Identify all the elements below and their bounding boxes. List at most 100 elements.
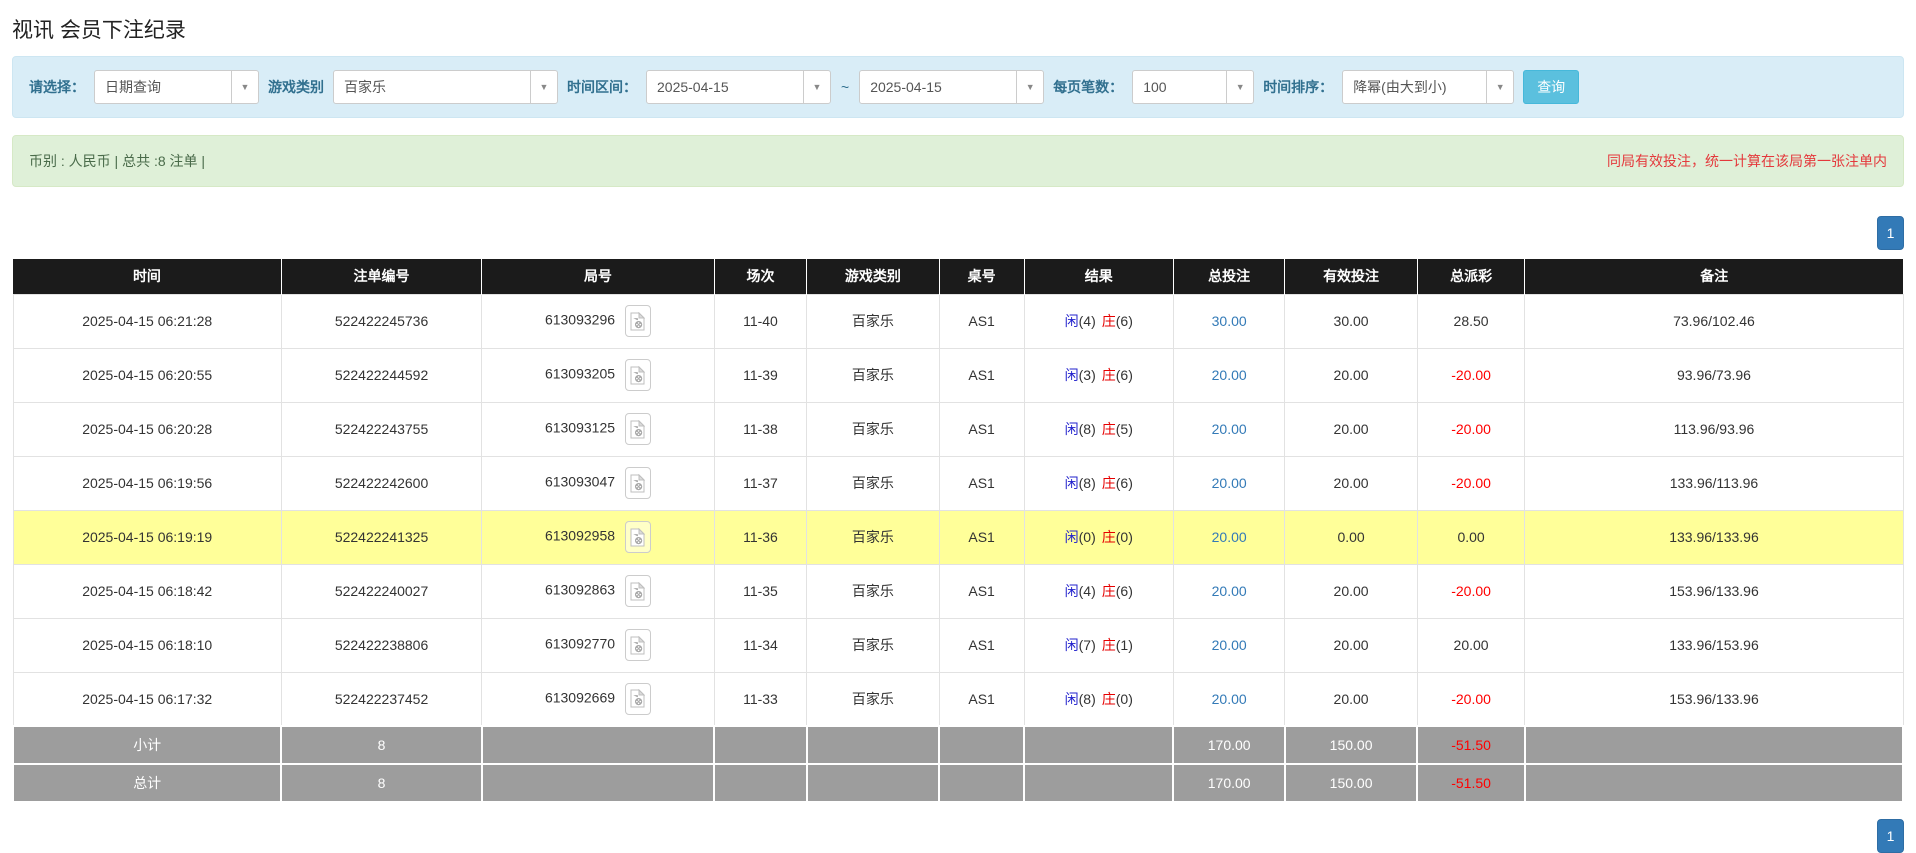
search-button[interactable]: 查询 xyxy=(1523,70,1579,104)
table-row: 2025-04-15 06:18:10 522422238806 6130927… xyxy=(13,618,1903,672)
cell-valid-bet: 20.00 xyxy=(1285,618,1417,672)
result-player-label: 闲 xyxy=(1065,691,1079,707)
video-replay-button[interactable] xyxy=(625,305,651,337)
chevron-down-icon: ▼ xyxy=(1486,71,1513,103)
cell-round-id: 613093125 xyxy=(482,402,714,456)
cell-time: 2025-04-15 06:17:32 xyxy=(13,672,281,726)
total-bet-link[interactable]: 20.00 xyxy=(1212,583,1247,599)
round-id: 613092770 xyxy=(545,636,615,652)
table-row: 2025-04-15 06:19:56 522422242600 6130930… xyxy=(13,456,1903,510)
cell-table-no: AS1 xyxy=(939,348,1024,402)
date-to-select[interactable]: 2025-04-15 ▼ xyxy=(859,70,1044,104)
cell-payout: -20.00 xyxy=(1417,348,1525,402)
cell-game-type: 百家乐 xyxy=(807,348,939,402)
query-type-select[interactable]: 日期查询 ▼ xyxy=(94,70,259,104)
table-row: 2025-04-15 06:20:28 522422243755 6130931… xyxy=(13,402,1903,456)
video-file-icon xyxy=(630,366,645,385)
page-1-button[interactable]: 1 xyxy=(1877,216,1904,250)
cell-payout: -20.00 xyxy=(1417,564,1525,618)
video-replay-button[interactable] xyxy=(625,467,651,499)
page-size-select[interactable]: 100 ▼ xyxy=(1132,70,1254,104)
table-body: 2025-04-15 06:21:28 522422245736 6130932… xyxy=(13,294,1903,726)
total-count: 8 xyxy=(281,764,481,802)
cell-bet-id: 522422237452 xyxy=(281,672,481,726)
cell-total-bet: 30.00 xyxy=(1173,294,1285,348)
cell-total-bet: 20.00 xyxy=(1173,564,1285,618)
total-valid-bet: 150.00 xyxy=(1285,764,1417,802)
total-bet-link[interactable]: 20.00 xyxy=(1212,421,1247,437)
result-player-label: 闲 xyxy=(1065,475,1079,491)
cell-payout: 28.50 xyxy=(1417,294,1525,348)
page-1-button[interactable]: 1 xyxy=(1877,819,1904,853)
cell-payout: 0.00 xyxy=(1417,510,1525,564)
cell-remark: 93.96/73.96 xyxy=(1525,348,1903,402)
cell-valid-bet: 20.00 xyxy=(1285,348,1417,402)
video-file-icon xyxy=(630,312,645,331)
time-range-label: 时间区间： xyxy=(567,77,637,97)
chevron-down-icon: ▼ xyxy=(530,71,557,103)
cell-result: 闲(4)庄(6) xyxy=(1024,294,1173,348)
cell-table-no: AS1 xyxy=(939,456,1024,510)
pagination-bottom: 1 xyxy=(12,819,1904,853)
cell-game-type: 百家乐 xyxy=(807,294,939,348)
video-file-icon xyxy=(630,420,645,439)
header-remark: 备注 xyxy=(1525,259,1903,294)
result-banker-label: 庄 xyxy=(1102,475,1116,491)
cell-round-id: 613092770 xyxy=(482,618,714,672)
page-size-label: 每页笔数： xyxy=(1053,77,1123,97)
currency-total-info: 币别 : 人民币 | 总共 :8 注单 | xyxy=(29,151,205,171)
video-replay-button[interactable] xyxy=(625,575,651,607)
table-row: 2025-04-15 06:18:42 522422240027 6130928… xyxy=(13,564,1903,618)
total-bet-link[interactable]: 20.00 xyxy=(1212,475,1247,491)
header-bet-id: 注单编号 xyxy=(281,259,481,294)
video-replay-button[interactable] xyxy=(625,683,651,715)
date-from-select[interactable]: 2025-04-15 ▼ xyxy=(646,70,831,104)
cell-valid-bet: 20.00 xyxy=(1285,564,1417,618)
video-replay-button[interactable] xyxy=(625,521,651,553)
cell-table-no: AS1 xyxy=(939,294,1024,348)
cell-total-bet: 20.00 xyxy=(1173,456,1285,510)
round-id: 613093296 xyxy=(545,312,615,328)
result-player-label: 闲 xyxy=(1065,367,1079,383)
cell-remark: 153.96/133.96 xyxy=(1525,672,1903,726)
result-player-count: (8) xyxy=(1079,475,1096,491)
round-id: 613092958 xyxy=(545,528,615,544)
cell-bet-id: 522422241325 xyxy=(281,510,481,564)
cell-bet-id: 522422245736 xyxy=(281,294,481,348)
result-player-count: (0) xyxy=(1079,529,1096,545)
subtotal-count: 8 xyxy=(281,726,481,764)
header-table-no: 桌号 xyxy=(939,259,1024,294)
cell-total-bet: 20.00 xyxy=(1173,348,1285,402)
game-type-label: 游戏类别 xyxy=(268,77,324,97)
cell-table-no: AS1 xyxy=(939,672,1024,726)
cell-game-type: 百家乐 xyxy=(807,402,939,456)
total-bet-link[interactable]: 20.00 xyxy=(1212,367,1247,383)
table-row: 2025-04-15 06:20:55 522422244592 6130932… xyxy=(13,348,1903,402)
cell-valid-bet: 30.00 xyxy=(1285,294,1417,348)
date-from-value: 2025-04-15 xyxy=(647,79,803,95)
total-bet-link[interactable]: 20.00 xyxy=(1212,637,1247,653)
time-sort-label: 时间排序： xyxy=(1263,77,1333,97)
cell-remark: 153.96/133.96 xyxy=(1525,564,1903,618)
cell-table-no: AS1 xyxy=(939,402,1024,456)
cell-time: 2025-04-15 06:18:10 xyxy=(13,618,281,672)
video-replay-button[interactable] xyxy=(625,413,651,445)
video-replay-button[interactable] xyxy=(625,629,651,661)
total-payout: -51.50 xyxy=(1417,764,1525,802)
cell-result: 闲(8)庄(0) xyxy=(1024,672,1173,726)
total-bet-link[interactable]: 30.00 xyxy=(1212,313,1247,329)
result-banker-label: 庄 xyxy=(1102,691,1116,707)
result-player-label: 闲 xyxy=(1065,421,1079,437)
time-sort-select[interactable]: 降幂(由大到小) ▼ xyxy=(1342,70,1514,104)
header-payout: 总派彩 xyxy=(1417,259,1525,294)
game-type-select[interactable]: 百家乐 ▼ xyxy=(333,70,558,104)
result-player-count: (3) xyxy=(1079,367,1096,383)
grand-total-row: 总计 8 170.00 150.00 -51.50 xyxy=(13,764,1903,802)
video-replay-button[interactable] xyxy=(625,359,651,391)
total-bet-link[interactable]: 20.00 xyxy=(1212,529,1247,545)
cell-bet-id: 522422242600 xyxy=(281,456,481,510)
header-result: 结果 xyxy=(1024,259,1173,294)
result-banker-label: 庄 xyxy=(1102,367,1116,383)
subtotal-total-bet: 170.00 xyxy=(1173,726,1285,764)
total-bet-link[interactable]: 20.00 xyxy=(1212,691,1247,707)
